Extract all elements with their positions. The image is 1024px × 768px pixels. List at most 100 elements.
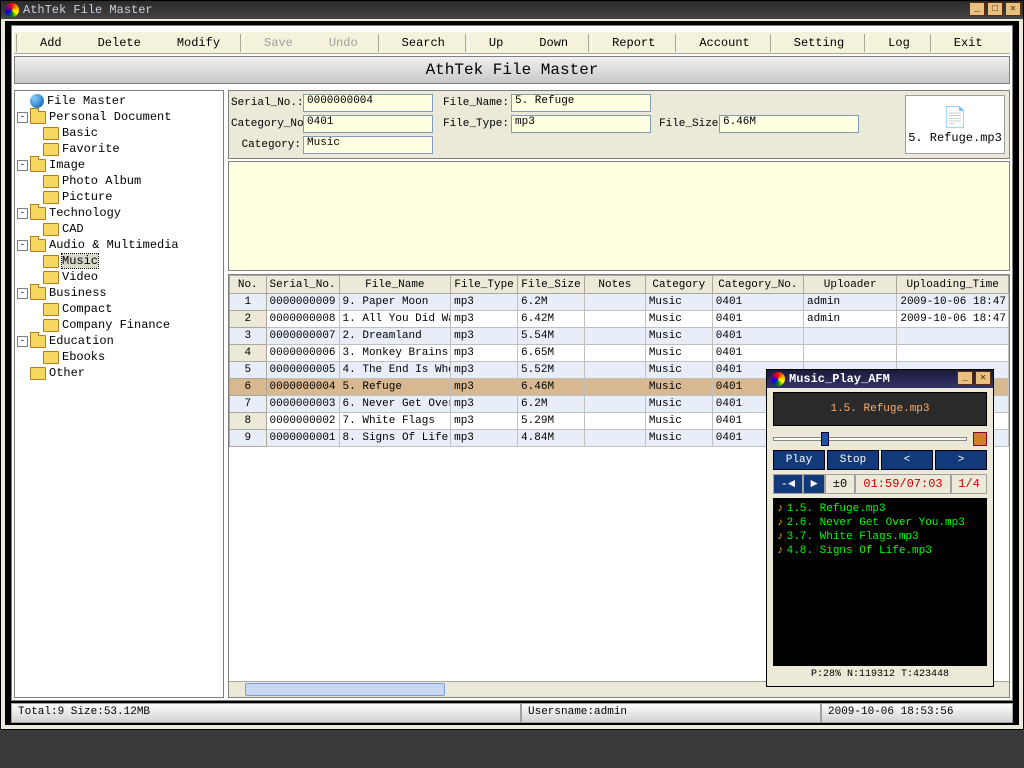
player-titlebar[interactable]: Music_Play_AFM _ ✕: [767, 370, 993, 388]
player-prev-button[interactable]: <: [881, 450, 933, 470]
folder-icon: [30, 207, 46, 220]
table-row[interactable]: 200000000081. All You Did Was Samp36.42M…: [230, 311, 1009, 328]
toolbar-undo-button: Undo: [311, 36, 376, 50]
volume-value: ±0: [825, 474, 855, 494]
playlist-item[interactable]: 3.7. White Flags.mp3: [777, 530, 983, 544]
tree-item[interactable]: Picture: [17, 189, 221, 205]
folder-icon: [43, 143, 59, 156]
tree-label: Ebooks: [62, 350, 105, 364]
tree-item[interactable]: Favorite: [17, 141, 221, 157]
player-stop-button[interactable]: Stop: [827, 450, 879, 470]
tree-item[interactable]: -Education: [17, 333, 221, 349]
toolbar-account-button[interactable]: Account: [681, 36, 767, 50]
catno-input[interactable]: 0401: [303, 115, 433, 133]
tree-label: Image: [49, 158, 85, 172]
table-row[interactable]: 300000000072. Dreamlandmp35.54MMusic0401: [230, 328, 1009, 345]
folder-icon: [43, 223, 59, 236]
toolbar-log-button[interactable]: Log: [870, 36, 928, 50]
tree-item[interactable]: Music: [17, 253, 221, 269]
tree-expand-icon[interactable]: -: [17, 208, 28, 219]
close-button[interactable]: ✕: [1005, 2, 1021, 16]
toolbar-exit-button[interactable]: Exit: [936, 36, 1001, 50]
tree-item[interactable]: -Audio & Multimedia: [17, 237, 221, 253]
column-header[interactable]: Category_No.: [712, 276, 803, 294]
column-header[interactable]: Uploader: [804, 276, 897, 294]
playlist-item[interactable]: 2.6. Never Get Over You.mp3: [777, 516, 983, 530]
toolbar-modify-button[interactable]: Modify: [159, 36, 238, 50]
vol-down-button[interactable]: -◄: [773, 474, 803, 494]
tree-expand-icon[interactable]: -: [17, 240, 28, 251]
tree-item[interactable]: Other: [17, 365, 221, 381]
toolbar-delete-button[interactable]: Delete: [80, 36, 159, 50]
column-header[interactable]: No.: [230, 276, 267, 294]
toolbar-down-button[interactable]: Down: [521, 36, 586, 50]
category-label: Category:: [231, 139, 303, 151]
column-header[interactable]: File_Name: [339, 276, 451, 294]
tree-item[interactable]: -Technology: [17, 205, 221, 221]
tree-item[interactable]: - Image: [17, 157, 221, 173]
tree-item[interactable]: -Personal Document: [17, 109, 221, 125]
tree-expand-icon[interactable]: -: [17, 112, 28, 123]
toolbar-setting-button[interactable]: Setting: [776, 36, 862, 50]
tree-item[interactable]: Basic: [17, 125, 221, 141]
player-window[interactable]: Music_Play_AFM _ ✕ 1.5. Refuge.mp3 PlayS…: [766, 369, 994, 687]
tree-expand-icon[interactable]: -: [17, 160, 28, 171]
titlebar[interactable]: AthTek File Master _ □ ✕: [1, 1, 1023, 19]
tree-expand-icon[interactable]: -: [17, 336, 28, 347]
toolbar-up-button[interactable]: Up: [471, 36, 521, 50]
tree-label: Basic: [62, 126, 98, 140]
player-next-button[interactable]: >: [935, 450, 987, 470]
toolbar-add-button[interactable]: Add: [22, 36, 80, 50]
filename-input[interactable]: 5. Refuge: [511, 94, 651, 112]
preview-filename: 5. Refuge.mp3: [908, 131, 1002, 145]
maximize-button[interactable]: □: [987, 2, 1003, 16]
player-minimize-button[interactable]: _: [957, 371, 973, 385]
playlist[interactable]: 1.5. Refuge.mp32.6. Never Get Over You.m…: [773, 498, 987, 666]
category-input[interactable]: Music: [303, 136, 433, 154]
status-user: Usersname:admin: [521, 703, 821, 723]
playlist-item[interactable]: 4.8. Signs Of Life.mp3: [777, 544, 983, 558]
column-header[interactable]: Serial_No.: [266, 276, 339, 294]
tree-expand-icon[interactable]: -: [17, 288, 28, 299]
seek-slider[interactable]: [773, 430, 987, 448]
folder-icon: [30, 239, 46, 252]
column-header[interactable]: Uploading_Time: [897, 276, 1009, 294]
column-header[interactable]: Notes: [584, 276, 645, 294]
table-row[interactable]: 100000000099. Paper Moonmp36.2MMusic0401…: [230, 294, 1009, 311]
notes-textarea[interactable]: [228, 161, 1010, 271]
folder-icon: [43, 351, 59, 364]
filetype-input[interactable]: mp3: [511, 115, 651, 133]
tree-item[interactable]: -Business: [17, 285, 221, 301]
tree-item[interactable]: Photo Album: [17, 173, 221, 189]
table-row[interactable]: 400000000063. Monkey Brainsmp36.65MMusic…: [230, 345, 1009, 362]
stop-icon[interactable]: [973, 432, 987, 446]
toolbar-report-button[interactable]: Report: [594, 36, 673, 50]
minimize-button[interactable]: _: [969, 2, 985, 16]
status-time: 2009-10-06 18:53:56: [821, 703, 1013, 723]
tree-item[interactable]: Video: [17, 269, 221, 285]
now-playing: 1.5. Refuge.mp3: [773, 392, 987, 426]
filesize-input[interactable]: 6.46M: [719, 115, 859, 133]
serial-input[interactable]: 0000000004: [303, 94, 433, 112]
tree-item[interactable]: Company Finance: [17, 317, 221, 333]
player-play-button[interactable]: Play: [773, 450, 825, 470]
tree-item[interactable]: File Master: [17, 93, 221, 109]
player-close-button[interactable]: ✕: [975, 371, 991, 385]
folder-tree[interactable]: File Master-Personal DocumentBasicFavori…: [14, 90, 224, 698]
vol-up-button[interactable]: ►: [803, 474, 825, 494]
column-header[interactable]: File_Type: [451, 276, 518, 294]
tree-item[interactable]: Ebooks: [17, 349, 221, 365]
folder-icon: [30, 367, 46, 380]
filesize-label: File_Size:: [659, 118, 719, 130]
tree-label: Music: [62, 254, 98, 268]
column-header[interactable]: File_Size: [518, 276, 585, 294]
column-header[interactable]: Category: [645, 276, 712, 294]
toolbar-search-button[interactable]: Search: [384, 36, 463, 50]
player-logo-icon: [771, 372, 785, 386]
detail-form: Serial_No.: 0000000004 File_Name: 5. Ref…: [228, 90, 1010, 159]
tree-item[interactable]: CAD: [17, 221, 221, 237]
playlist-item[interactable]: 1.5. Refuge.mp3: [777, 502, 983, 516]
tree-item[interactable]: Compact: [17, 301, 221, 317]
tree-label: CAD: [62, 222, 84, 236]
player-title: Music_Play_AFM: [789, 372, 890, 386]
